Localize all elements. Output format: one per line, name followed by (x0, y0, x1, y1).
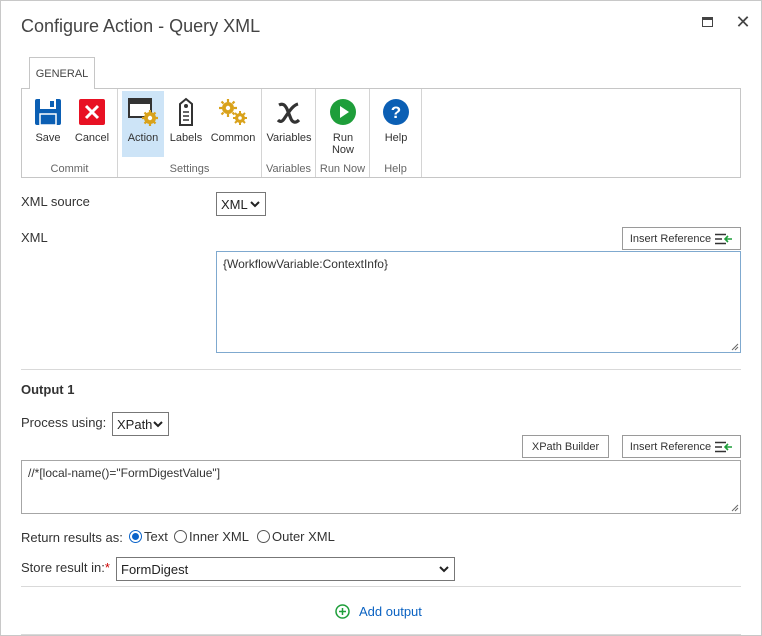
xpath-value: //*[local-name()="FormDigestValue"] (28, 466, 221, 480)
cancel-icon (76, 96, 108, 128)
common-button[interactable]: Common (208, 91, 258, 157)
resize-grip-icon[interactable] (730, 503, 739, 512)
close-icon: ✕ (735, 11, 751, 32)
store-result-select[interactable]: FormDigest (116, 557, 455, 581)
cancel-button[interactable]: Cancel (72, 91, 112, 157)
add-circle-icon (335, 604, 350, 619)
insert-reference-label: Insert Reference (629, 232, 712, 245)
ribbon-group-commit: Save Cancel Commit (22, 89, 118, 177)
maximize-icon (701, 17, 713, 27)
radio-inner-xml[interactable]: Inner XML (174, 529, 249, 544)
divider (21, 634, 741, 635)
radio-inner-xml-label: Inner XML (189, 529, 249, 544)
required-marker: * (104, 560, 110, 575)
ribbon-group-settings: Action Labels Common Settings (118, 89, 262, 177)
labels-label: Labels (169, 132, 203, 144)
labels-button[interactable]: Labels (166, 91, 206, 157)
process-using-label: Process using: (21, 415, 107, 430)
xml-textarea[interactable]: {WorkflowVariable:ContextInfo} (216, 251, 741, 353)
variable-x-icon (273, 96, 305, 128)
group-label-help: Help (384, 163, 407, 175)
radio-text[interactable]: Text (129, 529, 168, 544)
xpath-builder-button[interactable]: XPath Builder (522, 435, 609, 458)
chevron-down-icon (250, 201, 260, 208)
group-label-run-now: Run Now (319, 163, 366, 175)
store-result-label: Store result in:* (21, 560, 110, 575)
maximize-button[interactable] (696, 11, 718, 33)
divider (21, 586, 741, 587)
close-button[interactable]: ✕ (732, 11, 754, 33)
action-label: Action (127, 132, 159, 144)
chevron-down-icon (439, 566, 449, 573)
add-output-label: Add output (359, 604, 422, 619)
insert-reference-icon (715, 441, 733, 452)
labels-tag-icon (170, 96, 202, 128)
xml-label: XML (21, 230, 48, 245)
radio-unselected-icon (257, 530, 270, 543)
tab-general[interactable]: GENERAL (29, 57, 95, 89)
group-label-commit: Commit (50, 163, 89, 175)
help-question-icon: ? (380, 96, 412, 128)
radio-outer-xml-label: Outer XML (272, 529, 335, 544)
radio-unselected-icon (174, 530, 187, 543)
xml-value: {WorkflowVariable:ContextInfo} (223, 257, 388, 271)
svg-text:?: ? (391, 103, 401, 122)
save-label: Save (35, 132, 61, 144)
common-label: Common (210, 132, 256, 144)
configure-action-dialog: Configure Action - Query XML ✕ GENERAL S… (0, 0, 762, 636)
insert-reference-icon (715, 233, 733, 244)
ribbon-group-run-now: Run Now Run Now (316, 89, 370, 177)
help-button[interactable]: ? Help (375, 91, 417, 157)
chevron-down-icon (153, 421, 163, 428)
divider (21, 369, 741, 370)
variables-label: Variables (266, 132, 312, 144)
run-now-button[interactable]: Run Now (321, 91, 365, 157)
insert-reference-button[interactable]: Insert Reference (622, 227, 741, 250)
store-result-value: FormDigest (121, 561, 189, 577)
process-using-value: XPath (117, 416, 153, 432)
process-using-select[interactable]: XPath (112, 412, 169, 436)
ribbon: Save Cancel Commit Action Labels Common … (21, 88, 741, 178)
radio-selected-icon (129, 530, 142, 543)
common-gears-icon (217, 96, 249, 128)
insert-reference-button-output[interactable]: Insert Reference (622, 435, 741, 458)
store-result-label-text: Store result in: (21, 560, 105, 575)
resize-grip-icon[interactable] (730, 342, 739, 351)
return-results-label: Return results as: (21, 530, 123, 545)
add-output-link[interactable]: Add output (335, 604, 422, 619)
output-section-title: Output 1 (21, 382, 75, 397)
insert-reference-label: Insert Reference (629, 440, 712, 453)
help-label: Help (384, 132, 408, 144)
xml-source-label: XML source (21, 194, 90, 209)
action-icon (127, 96, 159, 128)
play-icon (327, 96, 359, 128)
xml-source-select[interactable]: XML (216, 192, 266, 216)
group-label-variables: Variables (265, 163, 312, 175)
radio-outer-xml[interactable]: Outer XML (257, 529, 335, 544)
xpath-textarea[interactable]: //*[local-name()="FormDigestValue"] (21, 460, 741, 514)
action-button[interactable]: Action (122, 91, 164, 157)
dialog-title: Configure Action - Query XML (21, 16, 261, 36)
variables-button[interactable]: Variables (265, 91, 313, 157)
run-now-label-line2: Now (331, 144, 354, 156)
save-button[interactable]: Save (28, 91, 68, 157)
xml-source-value: XML (221, 196, 248, 212)
cancel-label: Cancel (74, 132, 110, 144)
save-icon (32, 96, 64, 128)
group-label-settings: Settings (169, 163, 210, 175)
radio-text-label: Text (144, 529, 168, 544)
run-now-label-line1: Run (332, 132, 354, 144)
ribbon-group-variables: Variables Variables (262, 89, 316, 177)
ribbon-group-help: ? Help Help (370, 89, 422, 177)
